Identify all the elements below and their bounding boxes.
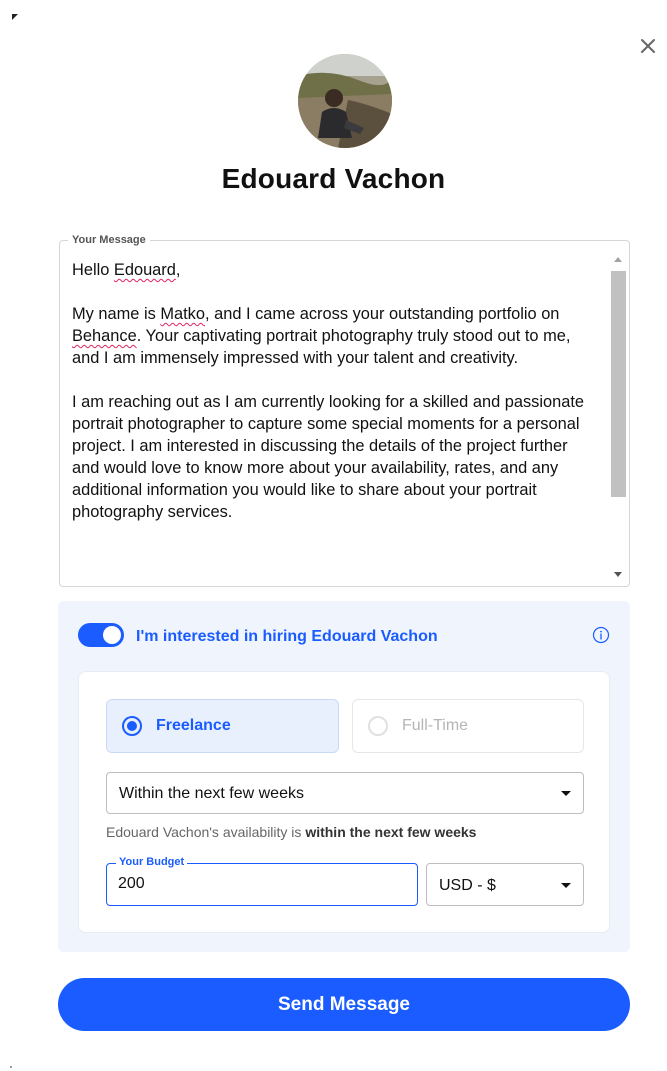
availability-note-value: within the next few weeks	[305, 824, 477, 840]
budget-field[interactable]: Your Budget	[106, 856, 418, 906]
currency-select[interactable]: USD - $	[426, 863, 584, 906]
close-button[interactable]	[636, 34, 660, 58]
message-textarea[interactable]: Your Message Hello Edouard, My name is M…	[59, 234, 630, 587]
option-freelance[interactable]: Freelance	[106, 699, 339, 753]
scroll-down-arrow-icon[interactable]	[614, 572, 622, 577]
send-message-label: Send Message	[278, 993, 410, 1015]
chevron-down-icon	[561, 883, 571, 888]
budget-label: Your Budget	[116, 856, 188, 868]
chevron-down-icon	[561, 791, 571, 796]
scroll-thumb[interactable]	[611, 271, 626, 497]
message-scrollbar[interactable]	[610, 247, 627, 583]
message-text[interactable]: Hello Edouard, My name is Matko, and I c…	[72, 259, 597, 581]
availability-note-prefix: Edouard Vachon's availability is	[106, 824, 306, 840]
availability-note: Edouard Vachon's availability is within …	[106, 824, 476, 840]
availability-select[interactable]: Within the next few weeks	[106, 772, 584, 814]
hiring-label[interactable]: I'm interested in hiring Edouard Vachon	[136, 628, 438, 646]
option-fulltime-label: Full-Time	[402, 717, 469, 734]
send-message-button[interactable]: Send Message	[58, 978, 630, 1031]
hiring-details-card: Freelance Full-Time Within the next few …	[78, 671, 610, 933]
currency-value: USD - $	[439, 877, 496, 894]
sender-name: Matko	[160, 305, 205, 323]
hiring-panel: I'm interested in hiring Edouard Vachon …	[58, 601, 630, 952]
profile-name: Edouard Vachon	[221, 163, 446, 194]
budget-input[interactable]	[118, 875, 398, 893]
toggle-knob	[103, 626, 121, 644]
hiring-toggle[interactable]	[78, 623, 124, 647]
option-fulltime[interactable]: Full-Time	[352, 699, 584, 753]
close-icon	[641, 39, 655, 53]
avatar	[298, 54, 392, 148]
paragraph-1-c: . Your captivating portrait photography …	[72, 327, 575, 367]
radio-freelance[interactable]	[122, 716, 142, 736]
availability-value: Within the next few weeks	[119, 785, 304, 802]
dot-mark	[10, 1066, 12, 1068]
paragraph-1-b: , and I came across your outstanding por…	[205, 305, 564, 323]
avatar-photo	[298, 54, 392, 148]
paragraph-1-a: My name is	[72, 305, 161, 323]
info-icon[interactable]	[592, 626, 610, 644]
greeting-suffix: ,	[175, 261, 181, 279]
greeting-prefix: Hello	[72, 261, 114, 279]
radio-fulltime[interactable]	[368, 716, 388, 736]
site-name: Behance	[72, 327, 137, 345]
corner-mark	[12, 14, 18, 20]
greeting-name: Edouard	[113, 261, 176, 279]
option-freelance-label: Freelance	[156, 717, 231, 734]
paragraph-2: I am reaching out as I am currently look…	[72, 393, 589, 521]
scroll-up-arrow-icon[interactable]	[614, 257, 622, 262]
message-label: Your Message	[68, 234, 150, 246]
